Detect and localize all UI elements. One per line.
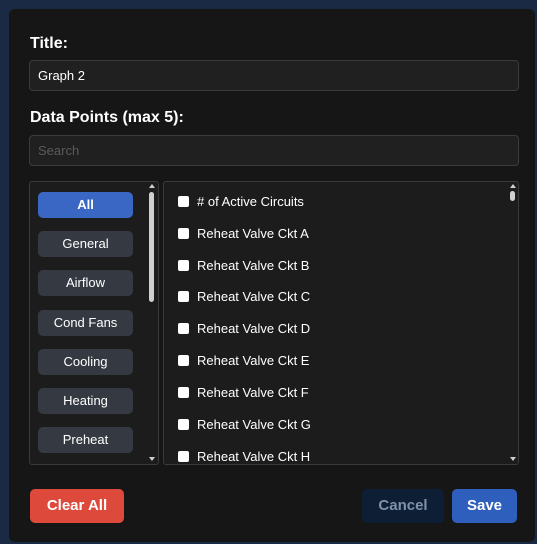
checkbox[interactable] bbox=[178, 196, 189, 208]
data-point-label: Reheat Valve Ckt G bbox=[197, 417, 311, 432]
data-point-item[interactable]: Reheat Valve Ckt F bbox=[178, 383, 309, 403]
cancel-button[interactable]: Cancel bbox=[362, 489, 444, 523]
category-button-general[interactable]: General bbox=[38, 231, 133, 257]
data-point-item[interactable]: Reheat Valve Ckt A bbox=[178, 224, 309, 244]
checkbox[interactable] bbox=[178, 451, 189, 463]
scroll-down-icon[interactable] bbox=[510, 457, 516, 461]
data-point-item[interactable]: Reheat Valve Ckt C bbox=[178, 287, 310, 307]
data-point-scrollbar[interactable] bbox=[508, 182, 518, 464]
data-point-item[interactable]: Reheat Valve Ckt G bbox=[178, 415, 311, 435]
data-point-label: Reheat Valve Ckt D bbox=[197, 321, 311, 336]
checkbox[interactable] bbox=[178, 260, 189, 272]
category-button-cond-fans[interactable]: Cond Fans bbox=[38, 310, 133, 336]
data-point-item[interactable]: Reheat Valve Ckt E bbox=[178, 351, 309, 371]
data-point-label: Reheat Valve Ckt E bbox=[197, 353, 310, 368]
data-point-label: Reheat Valve Ckt A bbox=[197, 226, 309, 241]
graph-config-dialog: Title: Graph 2 Data Points (max 5): Sear… bbox=[9, 9, 535, 542]
data-point-list: # of Active Circuits Reheat Valve Ckt A … bbox=[163, 181, 519, 465]
scroll-up-icon[interactable] bbox=[149, 184, 155, 188]
checkbox[interactable] bbox=[178, 228, 189, 240]
checkbox[interactable] bbox=[178, 355, 189, 367]
data-points-label: Data Points (max 5): bbox=[30, 109, 184, 126]
title-input[interactable]: Graph 2 bbox=[29, 60, 519, 91]
data-point-label: Reheat Valve Ckt H bbox=[197, 449, 311, 464]
data-point-label: Reheat Valve Ckt F bbox=[197, 385, 309, 400]
save-button[interactable]: Save bbox=[452, 489, 517, 523]
search-input[interactable]: Search bbox=[29, 135, 519, 166]
checkbox[interactable] bbox=[178, 323, 189, 335]
data-point-item[interactable]: # of Active Circuits bbox=[178, 192, 304, 212]
checkbox[interactable] bbox=[178, 291, 189, 303]
category-button-all[interactable]: All bbox=[38, 192, 133, 218]
data-point-item[interactable]: Reheat Valve Ckt B bbox=[178, 256, 309, 276]
category-panel: All General Airflow Cond Fans Cooling He… bbox=[29, 181, 159, 465]
scroll-up-icon[interactable] bbox=[510, 184, 516, 188]
category-button-cooling[interactable]: Cooling bbox=[38, 349, 133, 375]
title-label: Title: bbox=[30, 35, 68, 52]
data-point-item[interactable]: Reheat Valve Ckt D bbox=[178, 319, 310, 339]
data-point-label: # of Active Circuits bbox=[197, 194, 304, 209]
scroll-thumb[interactable] bbox=[149, 192, 154, 302]
category-button-airflow[interactable]: Airflow bbox=[38, 270, 133, 296]
data-point-item[interactable]: Reheat Valve Ckt H bbox=[178, 447, 311, 464]
data-point-label: Reheat Valve Ckt B bbox=[197, 258, 310, 273]
data-point-label: Reheat Valve Ckt C bbox=[197, 289, 311, 304]
category-scrollbar[interactable] bbox=[147, 182, 157, 464]
category-button-preheat[interactable]: Preheat bbox=[38, 427, 133, 453]
scroll-thumb[interactable] bbox=[510, 191, 515, 201]
checkbox[interactable] bbox=[178, 387, 189, 399]
scroll-down-icon[interactable] bbox=[149, 457, 155, 461]
category-button-heating[interactable]: Heating bbox=[38, 388, 133, 414]
clear-all-button[interactable]: Clear All bbox=[30, 489, 124, 523]
checkbox[interactable] bbox=[178, 419, 189, 431]
